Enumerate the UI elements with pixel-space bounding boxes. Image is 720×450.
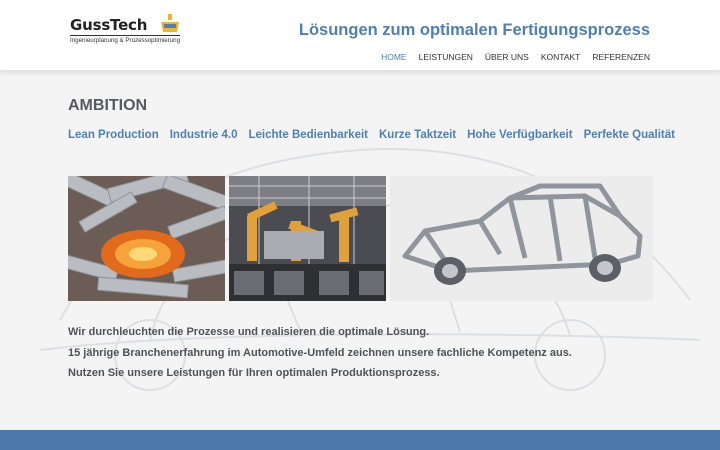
nav-item-kontakt[interactable]: KONTAKT — [541, 52, 581, 62]
image-gallery — [68, 176, 653, 301]
keyword-leichte-bedienbarkeit[interactable]: Leichte Bedienbarkeit — [248, 129, 368, 141]
nav-item-referenzen[interactable]: REFERENZEN — [592, 52, 650, 62]
robot-assembly-line-photo — [229, 176, 386, 301]
site-tagline: Lösungen zum optimalen Fertigungsprozess — [298, 21, 650, 39]
nav-item-ueber-uns[interactable]: ÜBER UNS — [485, 52, 529, 62]
intro-line: 15 jährige Branchenerfahrung im Automoti… — [68, 346, 572, 359]
keyword-lean-production[interactable]: Lean Production — [68, 129, 159, 141]
logo-name: GussTech — [70, 16, 148, 34]
page-heading: AMBITION — [68, 97, 148, 114]
car-body-frame-photo — [390, 176, 653, 301]
keyword-list: Lean Production Industrie 4.0 Leichte Be… — [68, 129, 675, 141]
nav-item-home[interactable]: HOME — [381, 52, 407, 62]
intro-text: Wir durchleuchten die Prozesse und reali… — [68, 326, 572, 388]
foundry-casting-photo — [68, 176, 225, 301]
logo-divider — [70, 35, 180, 36]
nav-item-leistungen[interactable]: LEISTUNGEN — [419, 52, 473, 62]
intro-line: Nutzen Sie unsere Leistungen für Ihren o… — [68, 367, 440, 379]
keyword-hohe-verfuegbarkeit[interactable]: Hohe Verfügbarkeit — [467, 129, 572, 141]
keyword-perfekte-qualitaet[interactable]: Perfekte Qualität — [584, 129, 675, 141]
logo-subtitle: Ingenieurplanung & Prozessoptimierung — [70, 37, 181, 44]
crucible-icon — [161, 14, 179, 32]
site-header: GussTech Ingenieurplanung & Prozessoptim… — [0, 0, 720, 70]
intro-line: Wir durchleuchten die Prozesse und reali… — [68, 326, 430, 338]
main-nav: HOME LEISTUNGEN ÜBER UNS KONTAKT REFEREN… — [381, 52, 650, 62]
footer-bar — [0, 430, 720, 450]
keyword-kurze-taktzeit[interactable]: Kurze Taktzeit — [379, 129, 456, 141]
logo[interactable]: GussTech Ingenieurplanung & Prozessoptim… — [68, 14, 183, 48]
keyword-industrie-4[interactable]: Industrie 4.0 — [170, 129, 238, 141]
